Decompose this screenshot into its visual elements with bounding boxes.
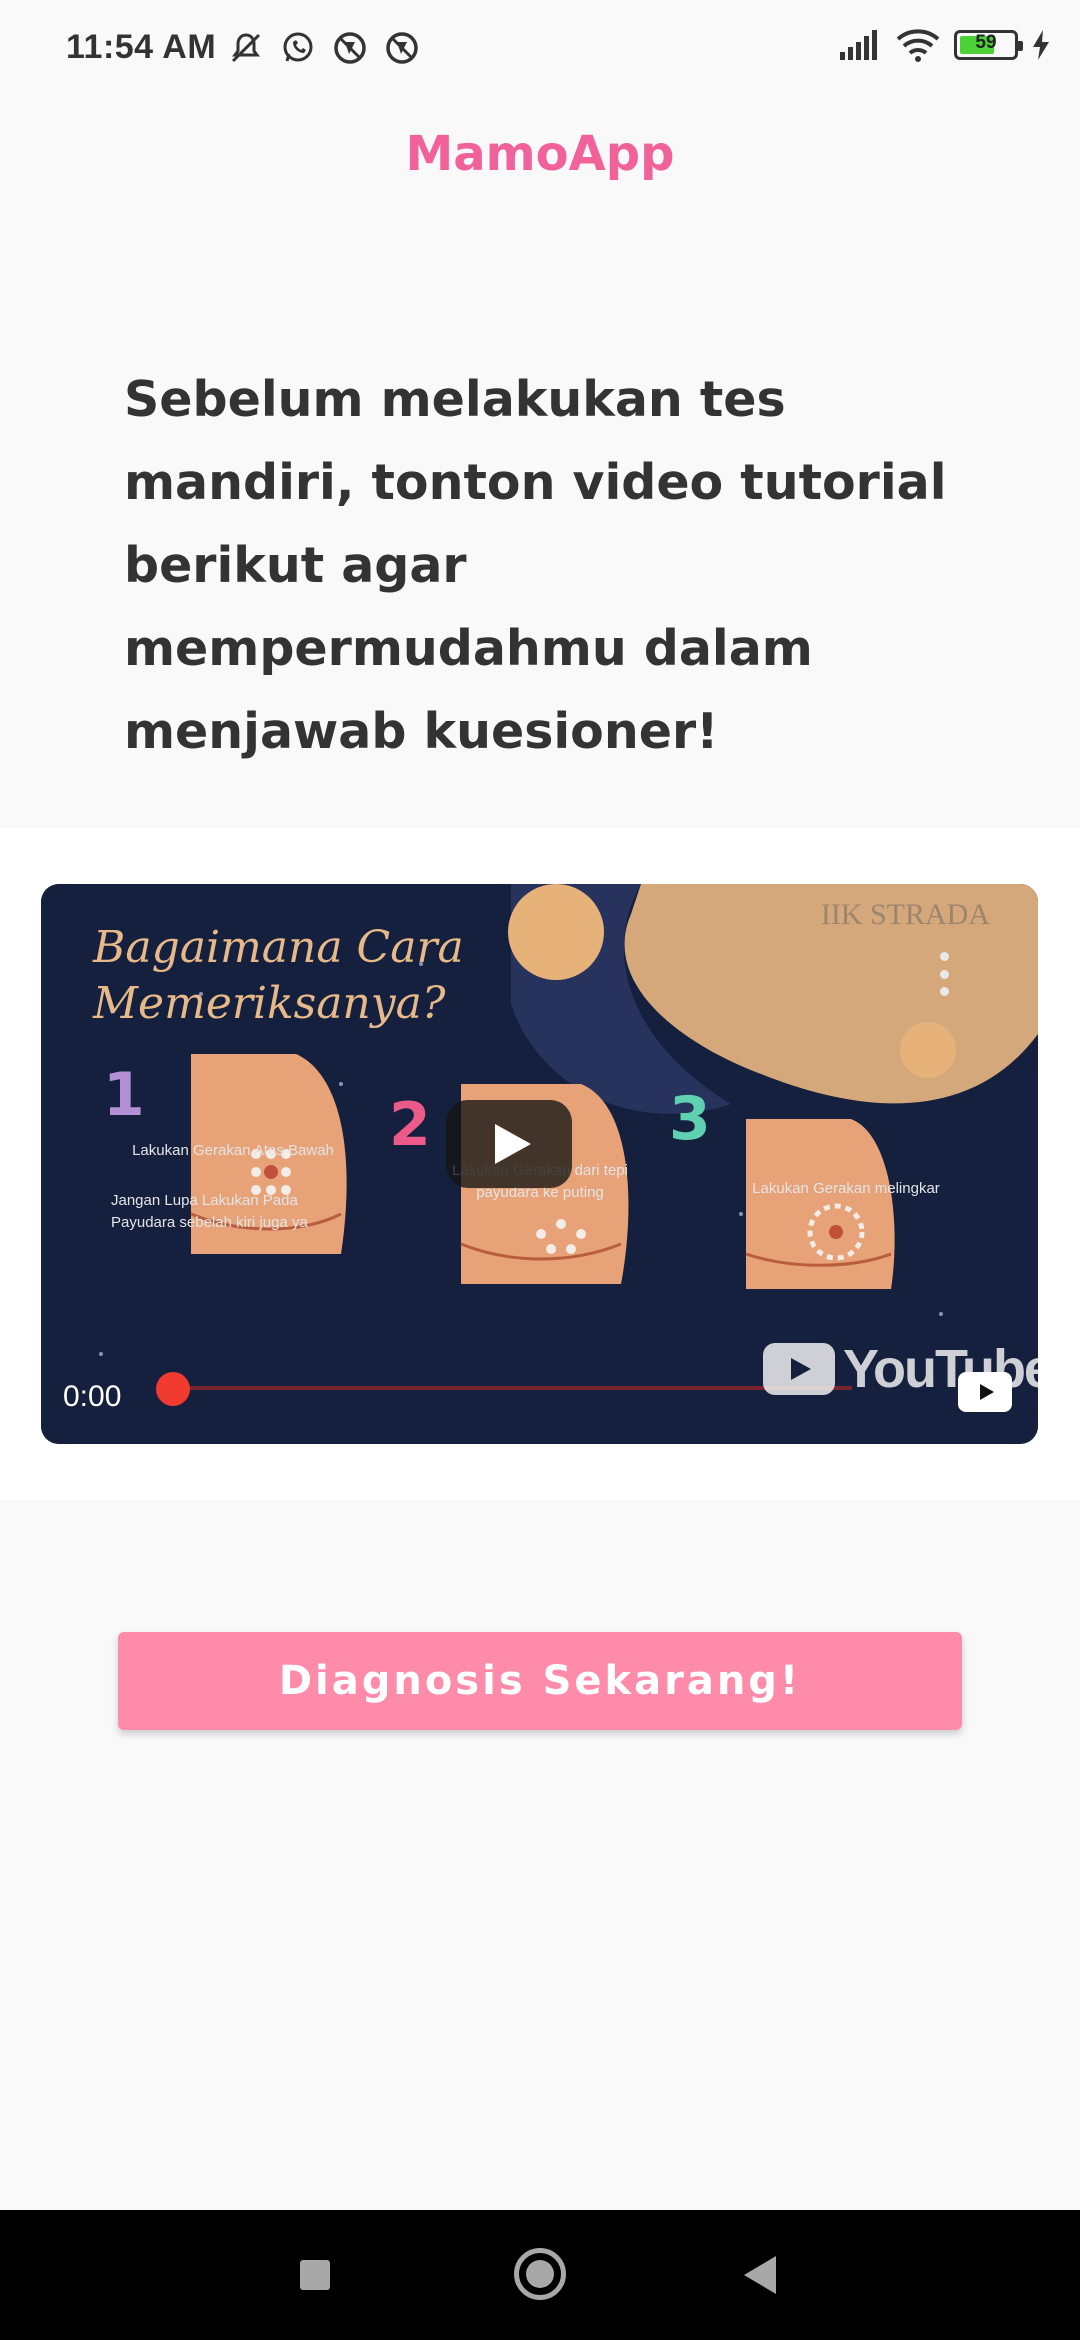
location-off-icon — [386, 32, 418, 64]
diagnose-button[interactable]: Diagnosis Sekarang! — [118, 1632, 962, 1730]
step-number-1: 1 — [103, 1060, 145, 1130]
recent-apps-icon[interactable] — [300, 2260, 330, 2290]
channel-watermark: IIK STRADA — [820, 898, 990, 931]
status-bar: 11:54 AM 59 — [0, 0, 1080, 100]
play-icon — [495, 1124, 531, 1164]
battery-level: 59 — [975, 32, 997, 53]
video-heading: Bagaimana Cara Memeriksanya? — [93, 920, 464, 1032]
mute-notification-icon — [231, 33, 261, 63]
video-reminder: Jangan Lupa Lakukan Pada Payudara sebela… — [111, 1190, 321, 1234]
back-icon[interactable] — [744, 2256, 776, 2294]
video-progress-knob[interactable] — [156, 1372, 190, 1406]
play-button[interactable] — [446, 1100, 572, 1188]
watch-on-youtube-icon[interactable] — [958, 1372, 1012, 1412]
video-current-time: 0:00 — [63, 1380, 122, 1413]
step-number-2: 2 — [389, 1090, 431, 1160]
step-caption-1: Lakukan Gerakan Atas Bawah — [132, 1142, 334, 1159]
app-title: MamoApp — [405, 126, 675, 182]
video-heading-line-2: Memeriksanya? — [93, 978, 446, 1029]
video-section: Bagaimana Cara Memeriksanya? IIK STRADA … — [0, 828, 1080, 1500]
status-notification-icons — [228, 30, 420, 66]
youtube-video-player[interactable]: Bagaimana Cara Memeriksanya? IIK STRADA … — [41, 884, 1038, 1444]
intro-text: Sebelum melakukan tes mandiri, tonton vi… — [124, 371, 947, 760]
battery-icon: 59 — [954, 30, 1023, 60]
more-options-icon[interactable] — [938, 952, 950, 996]
video-heading-line-1: Bagaimana Cara — [93, 922, 464, 973]
wifi-icon — [896, 29, 940, 62]
system-nav-bar — [0, 2210, 1080, 2340]
status-system-icons: 59 — [840, 28, 1050, 62]
step-number-3: 3 — [669, 1084, 711, 1154]
home-icon[interactable] — [514, 2248, 566, 2300]
location-off-icon — [334, 32, 366, 64]
step-caption-3: Lakukan Gerakan melingkar — [752, 1180, 940, 1197]
status-time: 11:54 AM — [66, 28, 217, 66]
video-reminder-line-1: Jangan Lupa Lakukan Pada — [111, 1192, 298, 1209]
video-progress-track[interactable] — [171, 1386, 852, 1390]
video-reminder-line-2: Payudara sebelah kiri juga ya — [111, 1214, 308, 1231]
youtube-play-icon — [763, 1343, 835, 1395]
signal-icon — [840, 30, 877, 60]
whatsapp-icon — [283, 32, 313, 62]
charging-icon — [1033, 30, 1049, 60]
battery-tip — [1018, 41, 1023, 51]
